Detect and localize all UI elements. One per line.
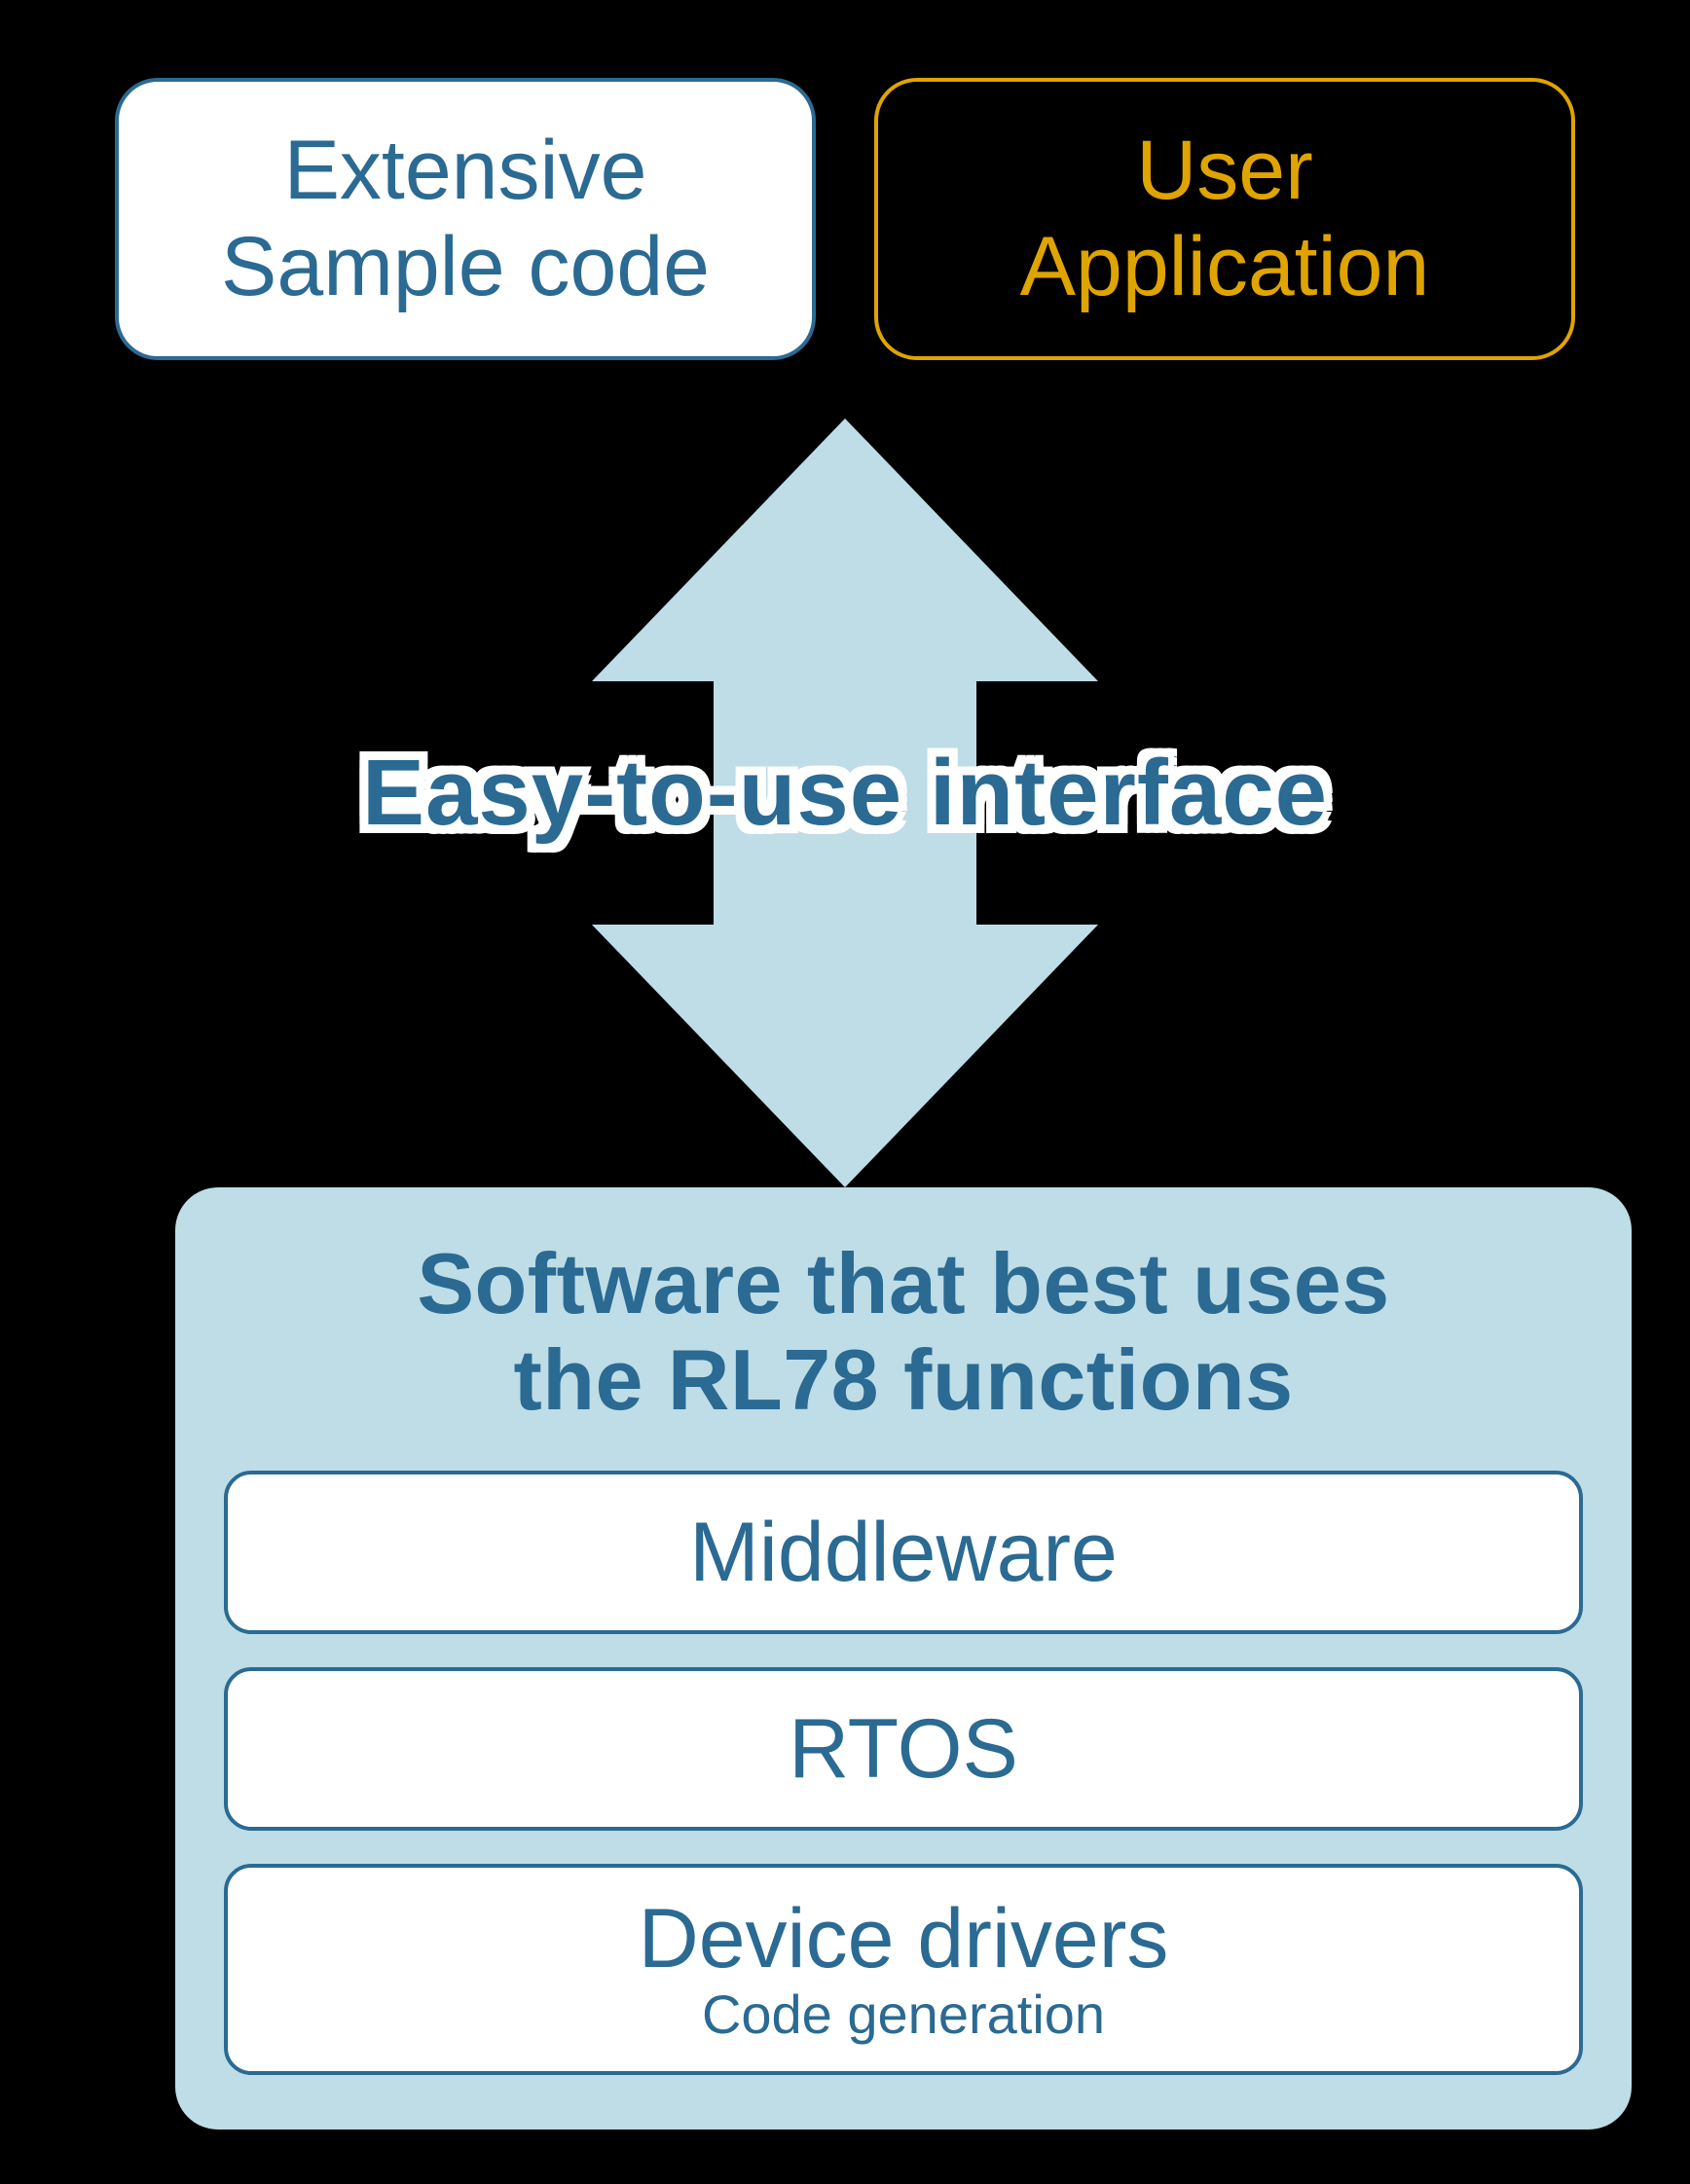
sample-line-1: Extensive (284, 123, 647, 219)
software-stack: Middleware RTOS Device drivers Code gene… (224, 1471, 1583, 2075)
software-panel: Software that best uses the RL78 functio… (175, 1187, 1632, 2129)
rtos-box: RTOS (224, 1667, 1583, 1831)
middleware-label: Middleware (689, 1509, 1118, 1596)
software-heading-line-2: the RL78 functions (513, 1331, 1293, 1428)
software-stack-diagram: Extensive Sample code User Application E… (0, 0, 1690, 2184)
software-heading-line-1: Software that best uses (417, 1235, 1389, 1331)
middleware-box: Middleware (224, 1471, 1583, 1634)
top-row: Extensive Sample code User Application (0, 78, 1690, 360)
rtos-label: RTOS (789, 1705, 1018, 1793)
device-drivers-box: Device drivers Code generation (224, 1864, 1583, 2075)
user-line-2: Application (1020, 219, 1430, 315)
device-drivers-title: Device drivers (639, 1895, 1169, 1983)
interface-label: Easy-to-use interface (362, 740, 1328, 847)
software-heading: Software that best uses the RL78 functio… (224, 1236, 1583, 1428)
sample-line-2: Sample code (221, 219, 710, 315)
extensive-sample-code-box: Extensive Sample code (115, 78, 816, 360)
user-application-box: User Application (874, 78, 1575, 360)
device-drivers-subtitle: Code generation (702, 1986, 1105, 2044)
user-line-1: User (1136, 123, 1313, 219)
